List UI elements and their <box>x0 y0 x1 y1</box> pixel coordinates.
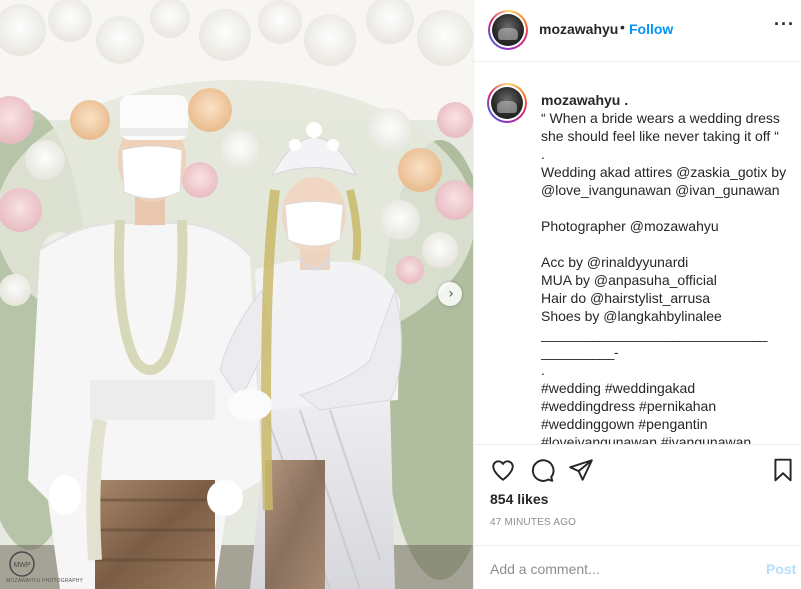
bookmark-icon[interactable] <box>770 457 796 483</box>
watermark-logo: MWP <box>9 551 35 577</box>
heart-icon[interactable] <box>490 457 516 483</box>
post-actions: 854 likes 47 MINUTES AGO Post <box>474 444 801 589</box>
chevron-right-icon: › <box>448 286 454 302</box>
caption-avatar[interactable] <box>487 83 527 123</box>
post-timestamp[interactable]: 47 MINUTES AGO <box>490 517 576 528</box>
comment-input[interactable] <box>490 558 750 580</box>
post-comment-button[interactable]: Post <box>766 561 796 577</box>
post-caption: mozawahyu . “ When a bride wears a weddi… <box>541 91 791 444</box>
caption-rule: __________- <box>541 344 619 360</box>
caption-line: Wedding akad attires @zaskia_gotix by <box>541 164 787 180</box>
avatar-image <box>492 14 524 46</box>
comment-icon[interactable] <box>529 457 555 483</box>
avatar[interactable] <box>488 10 528 50</box>
caption-line: . <box>541 362 545 378</box>
caption-hashtags: #weddinggown #pengantin <box>541 416 708 432</box>
caption-line: MUA by @anpasuha_official <box>541 272 717 288</box>
post-detail-panel: mozawahyu • Follow ··· mozawahyu . “ Whe… <box>473 0 801 589</box>
paper-plane-icon[interactable] <box>568 457 594 483</box>
watermark-text: MOZAWAHYU PHOTOGRAPHY <box>6 578 84 584</box>
post-photo[interactable]: › MWP MOZAWAHYU PHOTOGRAPHY <box>0 0 473 589</box>
caption-line: . <box>541 146 545 162</box>
comments-section[interactable]: mozawahyu . “ When a bride wears a weddi… <box>474 63 801 444</box>
more-horizontal-icon[interactable]: ··· <box>774 14 795 35</box>
caption-hashtags: #wedding #weddingakad <box>541 380 696 396</box>
photographer-watermark: MWP MOZAWAHYU PHOTOGRAPHY <box>6 550 83 586</box>
caption-hashtags: #loveivangunawan #ivangunawan <box>541 434 752 444</box>
caption-hashtags: #weddingdress #pernikahan <box>541 398 717 414</box>
avatar-image <box>491 87 523 119</box>
follow-button[interactable]: Follow <box>629 21 673 37</box>
post-header: mozawahyu • Follow ··· <box>474 0 801 62</box>
caption-line: @love_ivangunawan @ivan_gunawan <box>541 182 780 198</box>
caption-line: Acc by @rinaldyyunardi <box>541 254 689 270</box>
caption-line: Shoes by @langkahbylinalee <box>541 308 722 324</box>
caption-line: Hair do @hairstylist_arrusa <box>541 290 711 306</box>
username-link[interactable]: mozawahyu <box>539 21 618 37</box>
caption-line: she should feel like never taking it off… <box>541 128 779 144</box>
carousel-next-button[interactable]: › <box>438 282 462 306</box>
caption-rule: _______________________________ <box>541 326 767 342</box>
add-comment-bar: Post <box>474 545 801 589</box>
separator-dot: • <box>620 19 625 35</box>
svg-text:MWP: MWP <box>13 562 30 569</box>
wedding-photo-illustration <box>0 0 473 589</box>
caption-line: “ When a bride wears a wedding dress <box>541 110 780 126</box>
caption-username[interactable]: mozawahyu . <box>541 91 791 109</box>
likes-count[interactable]: 854 likes <box>490 491 548 507</box>
caption-line: Photographer @mozawahyu <box>541 218 719 234</box>
